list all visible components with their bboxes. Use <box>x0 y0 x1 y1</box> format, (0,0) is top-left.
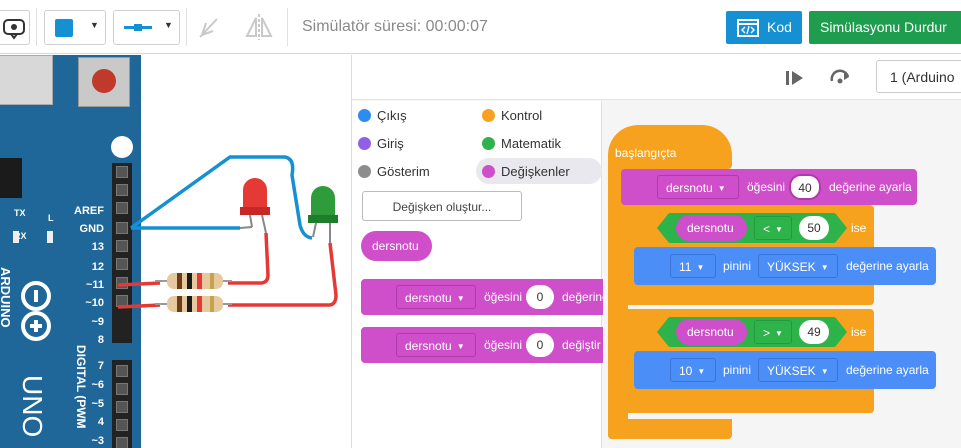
create-variable-button[interactable]: Değişken oluştur... <box>362 191 522 221</box>
value-input[interactable]: 0 <box>526 285 554 309</box>
operator-dropdown[interactable]: > ▼ <box>754 320 792 344</box>
red-led <box>240 178 270 234</box>
on-start-footer <box>608 419 732 439</box>
chevron-down-icon: ▼ <box>164 20 173 30</box>
variable-dropdown[interactable]: dersnotu ▼ <box>657 175 739 199</box>
stop-simulation-button[interactable]: Simülasyonu Durdur <box>809 11 961 44</box>
notation-dot-icon <box>358 165 371 178</box>
code-button-label: Kod <box>767 19 792 35</box>
mirror-icon[interactable] <box>244 12 274 42</box>
step-icon[interactable] <box>784 69 806 87</box>
code-panel: 1 (Arduino Çıkış Kontrol Giriş Matematik… <box>351 55 961 448</box>
control-dot-icon <box>482 109 495 122</box>
level-dropdown[interactable]: YÜKSEK ▼ <box>758 254 838 278</box>
set-variable-block[interactable]: dersnotu ▼ öğesini 40 değerine ayarla <box>621 169 917 205</box>
green-led <box>308 186 338 243</box>
top-toolbar: ▼ ▼ Simülatör süresi: 00:00:07 Kod Simül… <box>0 0 961 54</box>
chat-icon-button[interactable] <box>0 10 30 45</box>
variable-reporter[interactable]: dersnotu <box>676 319 747 345</box>
variable-pill[interactable]: dersnotu <box>361 231 432 261</box>
block-palette: Çıkış Kontrol Giriş Matematik Gösterim D… <box>352 101 609 448</box>
input-dot-icon <box>358 137 371 150</box>
category-cikis[interactable]: Çıkış <box>358 108 407 123</box>
color-picker[interactable]: ▼ <box>44 10 106 45</box>
variable-dropdown[interactable]: dersnotu ▼ <box>396 333 476 357</box>
restart-icon[interactable] <box>828 67 852 87</box>
math-dot-icon <box>482 137 495 150</box>
color-swatch <box>55 19 73 37</box>
variable-dropdown[interactable]: dersnotu ▼ <box>396 285 476 309</box>
operator-dropdown[interactable]: < ▼ <box>754 216 792 240</box>
circuit-wires <box>117 155 338 312</box>
category-kontrol[interactable]: Kontrol <box>482 108 542 123</box>
variable-reporter[interactable]: dersnotu <box>676 215 747 241</box>
notes-icon[interactable] <box>197 15 221 41</box>
board-select[interactable]: 1 (Arduino <box>876 60 961 93</box>
code-header: 1 (Arduino <box>352 55 961 100</box>
pin-dropdown[interactable]: 11 ▼ <box>670 254 716 278</box>
category-gosterim[interactable]: Gösterim <box>358 164 430 179</box>
wire-style-picker[interactable]: ▼ <box>113 10 180 45</box>
value-input[interactable]: 49 <box>799 320 829 344</box>
code-icon <box>737 19 759 37</box>
on-start-label: başlangıçta <box>615 146 677 160</box>
category-matematik[interactable]: Matematik <box>482 136 561 151</box>
category-giris[interactable]: Giriş <box>358 136 404 151</box>
code-workspace[interactable]: başlangıçta dersnotu ▼ öğesini 40 değerin… <box>603 101 961 448</box>
code-button[interactable]: Kod <box>726 11 802 44</box>
resistor-2 <box>155 296 232 312</box>
level-dropdown[interactable]: YÜKSEK ▼ <box>758 358 838 382</box>
variables-dot-icon <box>482 165 495 178</box>
digital-write-block-2[interactable]: 10 ▼ pinini YÜKSEK ▼ değerine ayarla <box>634 351 936 389</box>
chat-icon <box>3 19 25 40</box>
digital-write-block-1[interactable]: 11 ▼ pinini YÜKSEK ▼ değerine ayarla <box>634 247 936 285</box>
value-input[interactable]: 50 <box>799 216 829 240</box>
pin-dropdown[interactable]: 10 ▼ <box>670 358 716 382</box>
simulator-time: Simülatör süresi: 00:00:07 <box>302 18 488 35</box>
resistor-1 <box>155 273 232 289</box>
category-degiskenler[interactable]: Değişkenler <box>482 164 570 179</box>
circuit-canvas[interactable]: AREF GND 13 12 ~11 ~10 ~9 8 7 ~6 ~5 4 ~3 TX RX L ARD… <box>0 55 351 448</box>
value-input[interactable]: 40 <box>789 174 821 200</box>
chevron-down-icon: ▼ <box>90 20 99 30</box>
value-input[interactable]: 0 <box>526 333 554 357</box>
stop-simulation-label: Simülasyonu Durdur <box>820 19 947 35</box>
palette-set-variable-block[interactable]: dersnotu ▼ öğesini 0 değerine <box>361 279 609 315</box>
palette-change-variable-block[interactable]: dersnotu ▼ öğesini 0 değiştir <box>361 327 606 363</box>
output-dot-icon <box>358 109 371 122</box>
